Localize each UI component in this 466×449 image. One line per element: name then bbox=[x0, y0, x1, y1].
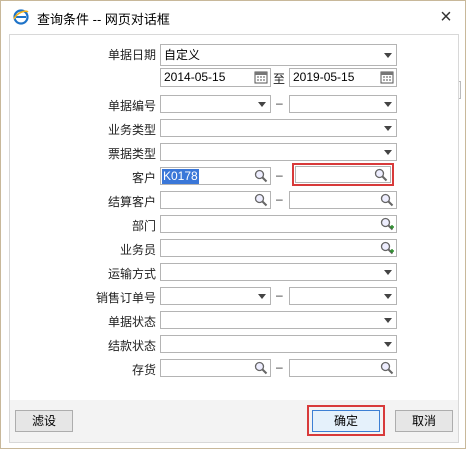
search-icon[interactable] bbox=[254, 361, 268, 375]
biz-type-select[interactable] bbox=[160, 119, 397, 137]
doc-status-select[interactable] bbox=[160, 311, 397, 329]
chevron-down-icon bbox=[258, 294, 266, 299]
stock-to-input[interactable] bbox=[289, 359, 397, 377]
doc-no-from-select[interactable] bbox=[160, 95, 271, 113]
title-bar: 查询条件 -- 网页对话框 × bbox=[1, 1, 465, 33]
search-plus-icon[interactable] bbox=[380, 217, 394, 231]
dept-label: 部门 bbox=[131, 219, 156, 233]
chevron-down-icon bbox=[384, 102, 392, 107]
range-dash: – bbox=[276, 192, 283, 206]
query-form: 单据日期 自定义 2014-05-15 至 2019-05-15 单据编号 – … bbox=[10, 35, 458, 400]
cancel-button[interactable]: 取消 bbox=[395, 410, 453, 432]
settle-customer-from-input[interactable] bbox=[160, 191, 271, 209]
search-plus-icon[interactable] bbox=[380, 241, 394, 255]
calendar-icon[interactable] bbox=[254, 70, 268, 84]
filter-settings-button[interactable]: 滤设 bbox=[15, 410, 73, 432]
sales-order-to-select[interactable] bbox=[289, 287, 397, 305]
biz-type-label: 业务类型 bbox=[107, 123, 156, 137]
date-label: 单据日期 bbox=[107, 48, 156, 62]
ie-icon bbox=[13, 9, 29, 25]
date-to-value: 2019-05-15 bbox=[293, 70, 355, 84]
salesman-label: 业务员 bbox=[119, 243, 156, 257]
date-to-input[interactable]: 2019-05-15 bbox=[289, 68, 397, 87]
customer-label: 客户 bbox=[131, 171, 156, 185]
settle-customer-label: 结算客户 bbox=[107, 195, 156, 209]
close-icon: × bbox=[440, 5, 452, 28]
chevron-down-icon bbox=[384, 150, 392, 155]
close-button[interactable]: × bbox=[431, 3, 461, 31]
stock-label: 存货 bbox=[131, 363, 156, 377]
settle-status-label: 结款状态 bbox=[107, 339, 156, 353]
salesman-input[interactable] bbox=[160, 239, 397, 257]
query-dialog: 查询条件 -- 网页对话框 × 帮助 单据日期 自定义 2014-05-15 bbox=[0, 0, 466, 449]
range-dash: – bbox=[276, 360, 283, 374]
sales-order-label: 销售订单号 bbox=[95, 291, 156, 305]
transport-label: 运输方式 bbox=[107, 267, 156, 281]
settle-status-select[interactable] bbox=[160, 335, 397, 353]
settle-customer-to-input[interactable] bbox=[289, 191, 397, 209]
dialog-client-area: 单据日期 自定义 2014-05-15 至 2019-05-15 单据编号 – … bbox=[9, 34, 459, 443]
date-from-value: 2014-05-15 bbox=[164, 70, 226, 84]
chevron-down-icon bbox=[384, 270, 392, 275]
invoice-type-select[interactable] bbox=[160, 143, 397, 161]
sales-order-from-select[interactable] bbox=[160, 287, 271, 305]
search-icon[interactable] bbox=[254, 193, 268, 207]
chevron-down-icon bbox=[384, 294, 392, 299]
stock-from-input[interactable] bbox=[160, 359, 271, 377]
invoice-type-label: 票据类型 bbox=[107, 147, 156, 161]
doc-status-label: 单据状态 bbox=[107, 315, 156, 329]
chevron-down-icon bbox=[258, 102, 266, 107]
range-dash: – bbox=[276, 288, 283, 302]
customer-to-input[interactable] bbox=[295, 166, 391, 183]
doc-no-to-select[interactable] bbox=[289, 95, 397, 113]
chevron-down-icon bbox=[384, 342, 392, 347]
dept-input[interactable] bbox=[160, 215, 397, 233]
chevron-down-icon bbox=[384, 126, 392, 131]
range-dash: – bbox=[276, 168, 283, 182]
customer-from-input[interactable]: K0178 bbox=[160, 167, 271, 185]
search-icon[interactable] bbox=[254, 169, 268, 183]
date-range-select[interactable]: 自定义 bbox=[160, 44, 397, 66]
chevron-down-icon bbox=[384, 318, 392, 323]
doc-no-label: 单据编号 bbox=[107, 99, 156, 113]
date-from-input[interactable]: 2014-05-15 bbox=[160, 68, 271, 87]
date-to-separator: 至 bbox=[273, 72, 286, 86]
chevron-down-icon bbox=[384, 53, 392, 58]
window-title: 查询条件 -- 网页对话框 bbox=[37, 12, 170, 27]
customer-from-value: K0178 bbox=[162, 169, 199, 184]
search-icon[interactable] bbox=[380, 361, 394, 375]
date-range-value: 自定义 bbox=[164, 48, 201, 62]
transport-select[interactable] bbox=[160, 263, 397, 281]
calendar-icon[interactable] bbox=[380, 70, 394, 84]
search-icon[interactable] bbox=[374, 168, 388, 182]
ok-button[interactable]: 确定 bbox=[312, 410, 380, 432]
range-dash: – bbox=[276, 96, 283, 110]
search-icon[interactable] bbox=[380, 193, 394, 207]
